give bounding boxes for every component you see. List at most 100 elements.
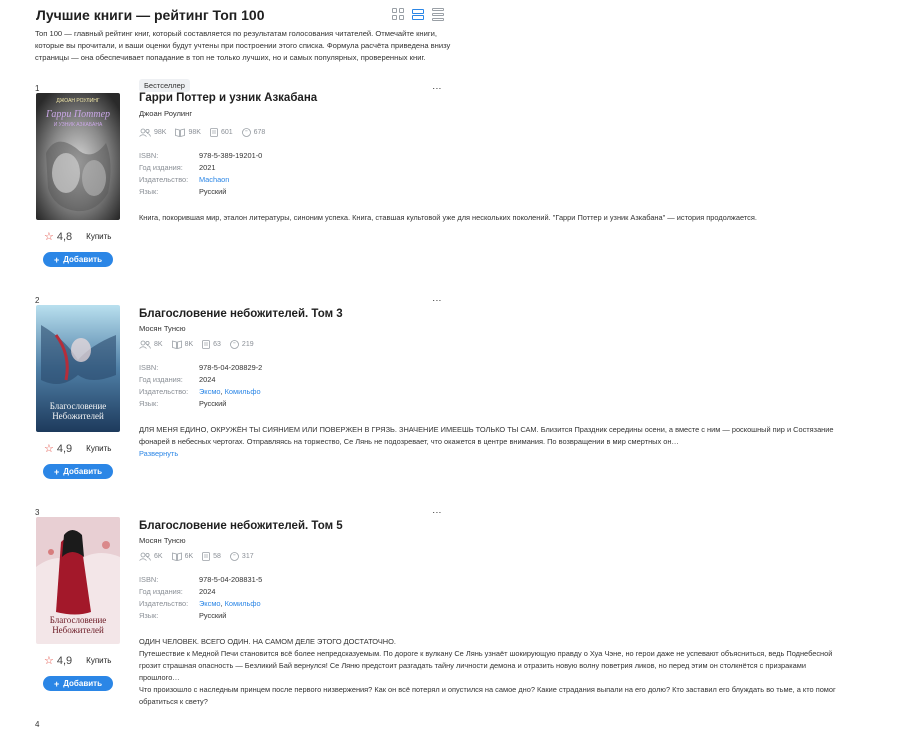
- reviews-stat: 601: [210, 128, 233, 137]
- language-label: Язык:: [139, 611, 159, 620]
- rank-number: 1: [35, 84, 40, 93]
- book-author[interactable]: Мосян Тунсю: [139, 536, 186, 545]
- book-cover[interactable]: Благословение Небожителей: [36, 305, 120, 432]
- book-cover[interactable]: ДЖОАН РОУЛИНГ Гарри Поттер И УЗНИК АЗКАБ…: [36, 93, 120, 220]
- year-label: Год издания:: [139, 163, 183, 172]
- quotes-stat: " 219: [230, 340, 254, 349]
- isbn-label: ISBN:: [139, 151, 159, 160]
- plus-icon: +: [53, 678, 60, 689]
- svg-text:": ": [245, 131, 247, 137]
- book-stats: 8K 8K 63 " 219: [139, 340, 263, 349]
- book-cover[interactable]: Благословение Небожителей: [36, 517, 120, 644]
- publisher-link[interactable]: Комильфо: [225, 387, 261, 396]
- review-icon: [210, 128, 218, 137]
- year-value: 2024: [199, 587, 216, 596]
- publisher-link[interactable]: Эксмо: [199, 387, 221, 396]
- quotes-count: 317: [241, 553, 254, 560]
- book-open-icon: [171, 340, 182, 349]
- page-title: Лучшие книги — рейтинг Топ 100: [36, 7, 265, 23]
- more-options-icon[interactable]: ⋮: [432, 508, 442, 517]
- publisher-label: Издательство:: [139, 175, 189, 184]
- book-author[interactable]: Мосян Тунсю: [139, 324, 186, 333]
- add-label: Добавить: [63, 467, 102, 476]
- readers-count: 8K: [154, 341, 163, 348]
- grid-view-icon[interactable]: [392, 8, 406, 22]
- buy-button[interactable]: Купить: [86, 444, 111, 453]
- isbn-value: 978-5-04-208831-5: [199, 575, 263, 584]
- star-icon[interactable]: ☆: [44, 230, 54, 243]
- rating-value: 4,8: [56, 230, 73, 243]
- add-button[interactable]: + Добавить: [43, 464, 113, 479]
- intro-text: Топ 100 — главный рейтинг книг, который …: [35, 29, 451, 62]
- publisher-link[interactable]: Комильфо: [225, 599, 261, 608]
- year-value: 2021: [199, 163, 216, 172]
- quote-icon: ": [230, 340, 239, 349]
- read-stat: 8K: [171, 340, 193, 349]
- expand-link[interactable]: Развернуть: [139, 448, 843, 460]
- book-card: 3 Благословение Небожителей ☆ 4,9 Купить…: [35, 508, 855, 720]
- cover-title: Благословение: [50, 615, 107, 625]
- book-card: 1 ДЖОАН РОУЛИНГ Гарри Поттер И УЗНИК АЗК…: [35, 79, 855, 296]
- read-stat: 98K: [175, 128, 201, 137]
- quote-icon: ": [241, 128, 251, 137]
- svg-text:": ": [233, 343, 235, 349]
- book-open-icon: [171, 552, 182, 561]
- book-description: ОДИН ЧЕЛОВЕК. ВСЕГО ОДИН. НА САМОМ ДЕЛЕ …: [139, 637, 836, 706]
- book-title[interactable]: Благословение небожителей. Том 3: [139, 308, 343, 320]
- wide-view-icon[interactable]: [412, 8, 426, 22]
- book-meta: ISBN: 978-5-04-208831-5 Год издания: 2024 …: [139, 575, 263, 620]
- buy-button[interactable]: Купить: [86, 656, 111, 665]
- publisher-link[interactable]: Machaon: [199, 175, 229, 184]
- language-label: Язык:: [139, 187, 159, 196]
- rating-row: ☆ 4,9 Купить: [44, 654, 111, 668]
- cover-subtitle: И УЗНИК АЗКАБАНА: [54, 122, 103, 128]
- add-button[interactable]: + Добавить: [43, 252, 113, 267]
- isbn-value: 978-5-389-19201-0: [199, 151, 263, 160]
- list-view-icon[interactable]: [432, 8, 446, 22]
- rank-number: 4: [35, 720, 40, 729]
- reviews-stat: 58: [202, 552, 221, 561]
- book-title[interactable]: Гарри Поттер и узник Азкабана: [139, 92, 317, 104]
- star-icon[interactable]: ☆: [44, 654, 54, 667]
- book-card: 2 Благословение Небожителей ☆ 4,9 Купить…: [35, 296, 855, 508]
- rank-number: 3: [35, 508, 40, 517]
- rating-value: 4,9: [56, 654, 73, 667]
- rating-value: 4,9: [56, 442, 73, 455]
- read-count: 6K: [184, 553, 194, 560]
- isbn-label: ISBN:: [139, 363, 159, 372]
- buy-button[interactable]: Купить: [86, 232, 111, 241]
- publisher-label: Издательство:: [139, 599, 189, 608]
- readers-icon: [139, 552, 151, 561]
- rating-row: ☆ 4,8 Купить: [44, 230, 111, 244]
- readers-stat: 8K: [139, 340, 163, 349]
- plus-icon: +: [53, 466, 60, 477]
- quotes-stat: " 678: [241, 128, 266, 137]
- page-header: Лучшие книги — рейтинг Топ 100: [36, 6, 446, 24]
- quotes-count: 219: [241, 341, 254, 348]
- book-meta: ISBN: 978-5-04-208829-2 Год издания: 2024 …: [139, 363, 263, 408]
- book-author[interactable]: Джоан Роулинг: [139, 109, 192, 118]
- book-description: Книга, покорившая мир, эталон литературы…: [139, 213, 757, 222]
- readers-stat: 98K: [139, 128, 166, 137]
- year-label: Год издания:: [139, 375, 183, 384]
- book-title[interactable]: Благословение небожителей. Том 5: [139, 520, 343, 532]
- book-meta: ISBN: 978-5-389-19201-0 Год издания: 2021 …: [139, 150, 262, 198]
- cover-title: Гарри Поттер: [45, 109, 110, 120]
- isbn-value: 978-5-04-208829-2: [199, 363, 263, 372]
- more-options-icon[interactable]: ⋮: [432, 296, 442, 305]
- year-value: 2024: [199, 375, 216, 384]
- readers-icon: [139, 340, 151, 349]
- view-toggles: [392, 8, 446, 22]
- readers-icon: [139, 128, 151, 137]
- publisher-link[interactable]: Эксмо: [199, 599, 221, 608]
- book-stats: 6K 6K 58 " 317: [139, 552, 263, 561]
- reviews-count: 63: [213, 341, 221, 348]
- star-icon[interactable]: ☆: [44, 442, 54, 455]
- add-button[interactable]: + Добавить: [43, 676, 113, 691]
- publisher-label: Издательство:: [139, 387, 189, 396]
- reviews-count: 58: [213, 553, 221, 560]
- readers-count: 6K: [154, 553, 163, 560]
- reviews-count: 601: [220, 129, 233, 136]
- quotes-count: 678: [253, 129, 266, 136]
- more-options-icon[interactable]: ⋮: [432, 84, 442, 93]
